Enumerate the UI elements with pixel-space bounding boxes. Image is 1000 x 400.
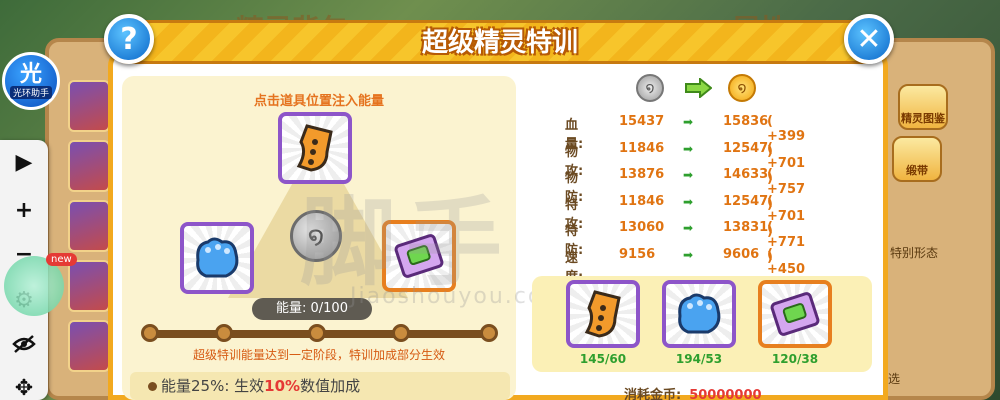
background-pet-card[interactable] <box>68 200 110 252</box>
material-slot <box>758 280 832 348</box>
arrow-right-icon: ➡ <box>683 247 694 262</box>
materials-panel: 145/60 194/53 120/38 <box>532 276 872 372</box>
cost-label: 消耗金币: <box>624 388 682 400</box>
material-glove[interactable]: 194/53 <box>662 280 736 366</box>
bonus-prefix: 能量25%: 生效 <box>161 377 265 395</box>
energy-note: 超级特训能量达到一定阶段，特训加成部分生效 <box>192 348 445 362</box>
energy-stage-node <box>392 324 410 342</box>
stat-new: 12547 <box>723 140 769 156</box>
move-icon[interactable]: ✥ <box>10 374 38 400</box>
bonus-suffix: 数值加成 <box>300 377 361 395</box>
help-button[interactable]: ? <box>104 14 154 64</box>
stat-old: 9156 <box>619 246 656 262</box>
background-pet-card[interactable] <box>68 80 110 132</box>
material-count: 120/38 <box>771 352 819 366</box>
material-talisman[interactable]: 145/60 <box>566 280 640 366</box>
plus-icon[interactable]: + <box>10 196 38 224</box>
material-slot <box>566 280 640 348</box>
silver-medal-icon: ໑ <box>636 74 664 102</box>
arrow-right-icon: ➡ <box>683 221 694 235</box>
background-pet-card[interactable] <box>68 320 110 372</box>
special-form-text: 特别形态 <box>889 246 938 260</box>
green-chip-card-icon <box>770 292 820 336</box>
pokedex-side-button[interactable]: 精灵图鉴 <box>898 84 948 130</box>
upgrade-preview: ໑ ໑ <box>636 74 766 102</box>
energy-stage-node <box>141 324 159 342</box>
stat-old: 11846 <box>619 140 665 156</box>
arrow-right-icon: ➡ <box>683 141 694 156</box>
stat-old: 13060 <box>619 220 665 235</box>
material-card[interactable]: 120/38 <box>758 280 832 366</box>
arrow-right-icon: ➡ <box>683 115 694 129</box>
assistant-logo-name: 光环助手 <box>9 85 52 99</box>
gold-cost: 消耗金币: 50000000 <box>624 384 762 400</box>
stat-new: 12547 <box>723 193 769 209</box>
energy-hint: 点击道具位置注入能量 <box>253 94 384 109</box>
close-button[interactable]: ✕ <box>844 14 894 64</box>
new-badge: new <box>46 253 77 266</box>
energy-slot-glove[interactable] <box>180 222 254 294</box>
energy-stage-node <box>215 324 233 342</box>
stat-old: 15437 <box>619 114 665 129</box>
ribbon-side-label: 缎带 <box>906 164 928 177</box>
orange-talisman-icon <box>584 290 621 338</box>
close-icon: ✕ <box>856 21 882 57</box>
play-icon[interactable]: ▶ <box>10 148 38 176</box>
blue-paw-glove-icon <box>678 293 721 334</box>
question-icon: ? <box>120 21 138 57</box>
background-pet-card[interactable] <box>68 140 110 192</box>
ribbon-side-button[interactable]: 缎带 <box>892 136 942 182</box>
stat-new: 14633 <box>723 167 769 182</box>
blue-paw-glove-icon <box>196 237 239 278</box>
arrow-right-icon: ➡ <box>683 194 694 209</box>
background-pet-card[interactable] <box>68 260 110 312</box>
stat-new: 13831 <box>723 220 769 235</box>
stat-new: 9606 <box>723 246 760 262</box>
bullet-icon <box>148 382 157 391</box>
stat-old: 13876 <box>619 167 665 182</box>
gold-medal-icon: ໑ <box>728 74 756 102</box>
arrow-right-icon <box>685 78 712 98</box>
bonus-percent: 10% <box>264 377 301 395</box>
pokedex-side-label: 精灵图鉴 <box>901 112 945 125</box>
bonus-tier-line: 能量25%: 生效10%数值加成 <box>130 372 510 400</box>
arrow-right-icon: ➡ <box>683 168 694 182</box>
energy-stage-node <box>480 324 498 342</box>
stat-old: 11846 <box>619 193 665 209</box>
assistant-logo-char: 光 <box>19 61 42 87</box>
background-pet-list <box>68 80 110 400</box>
energy-stage-node <box>308 324 326 342</box>
side-select-text: 选 <box>887 372 900 386</box>
material-count: 145/60 <box>579 352 627 366</box>
material-slot <box>662 280 736 348</box>
eye-off-icon[interactable] <box>10 330 38 358</box>
stat-new: 15836 <box>723 114 769 129</box>
material-count: 194/53 <box>675 352 723 366</box>
assistant-logo[interactable]: 光 光环助手 <box>2 52 60 110</box>
cost-value: 50000000 <box>689 388 762 400</box>
